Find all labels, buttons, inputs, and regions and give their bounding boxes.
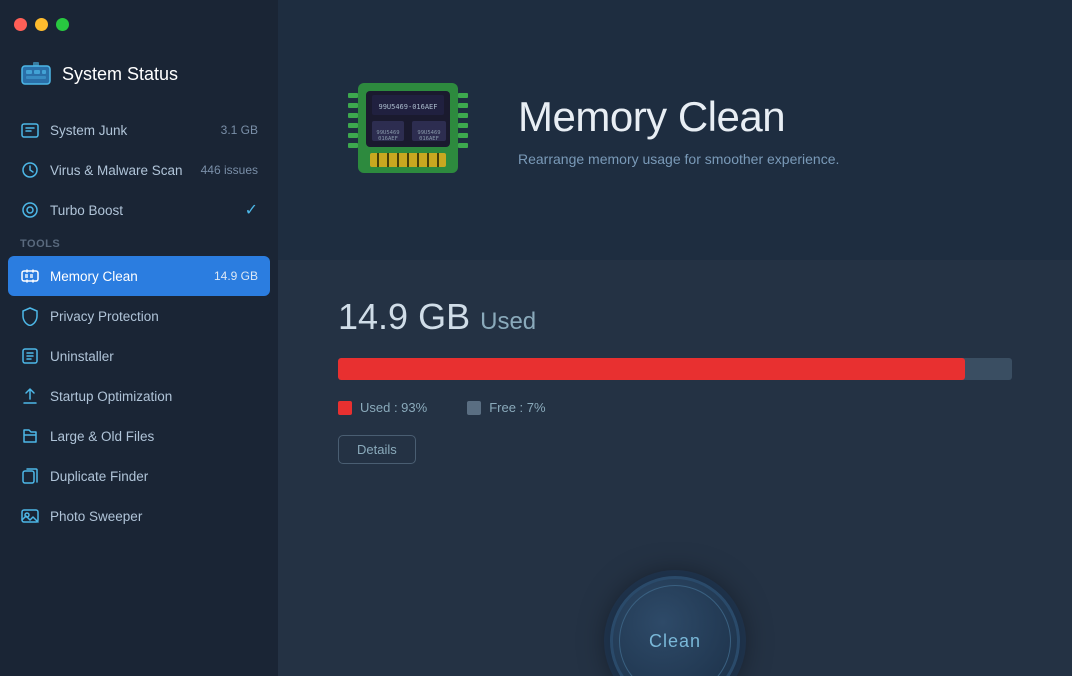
sidebar-item-large-old-files[interactable]: Large & Old Files — [0, 416, 278, 456]
app-title: System Status — [62, 64, 178, 85]
memory-progress-bar — [338, 358, 1012, 380]
sidebar-item-turbo-boost[interactable]: Turbo Boost ✓ — [0, 190, 278, 230]
sidebar-item-memory-clean[interactable]: Memory Clean 14.9 GB — [8, 256, 270, 296]
photo-sweeper-label: Photo Sweeper — [50, 509, 258, 524]
turbo-icon — [20, 200, 40, 220]
used-word: Used — [480, 308, 536, 335]
sidebar-item-system-junk[interactable]: System Junk 3.1 GB — [0, 110, 278, 150]
tools-section-label: Tools — [0, 230, 278, 256]
clean-button-container: Clean — [610, 576, 740, 676]
turbo-boost-label: Turbo Boost — [50, 203, 235, 218]
turbo-boost-check: ✓ — [245, 200, 258, 220]
uninstaller-label: Uninstaller — [50, 349, 258, 364]
startup-icon — [20, 386, 40, 406]
sidebar: System Status System Junk 3.1 GB Virus &… — [0, 0, 278, 676]
svg-text:99U5469-016AEF: 99U5469-016AEF — [378, 103, 437, 111]
used-dot — [338, 401, 352, 415]
large-files-label: Large & Old Files — [50, 429, 258, 444]
virus-scan-badge: 446 issues — [201, 163, 258, 177]
svg-text:016AEF: 016AEF — [378, 136, 398, 142]
sidebar-item-virus-scan[interactable]: Virus & Malware Scan 446 issues — [0, 150, 278, 190]
titlebar — [0, 0, 278, 48]
junk-icon — [20, 120, 40, 140]
free-dot — [467, 401, 481, 415]
used-percent-label: Used : 93% — [360, 400, 427, 415]
memory-chip-illustration: 99U5469-016AEF 99U5469 016AEF 99U5469 01… — [338, 65, 478, 195]
memory-clean-label: Memory Clean — [50, 269, 204, 284]
clean-button-label: Clean — [649, 631, 701, 652]
minimize-button[interactable] — [35, 18, 48, 31]
virus-scan-label: Virus & Malware Scan — [50, 163, 191, 178]
privacy-label: Privacy Protection — [50, 309, 258, 324]
close-button[interactable] — [14, 18, 27, 31]
app-icon — [20, 58, 52, 90]
feature-title: Memory Clean — [518, 93, 839, 141]
free-legend: Free : 7% — [467, 400, 545, 415]
hero-section: 99U5469-016AEF 99U5469 016AEF 99U5469 01… — [278, 0, 1072, 260]
maximize-button[interactable] — [56, 18, 69, 31]
duplicate-icon — [20, 466, 40, 486]
memory-usage-label: 14.9 GB Used — [338, 296, 1012, 338]
memory-progress-fill — [338, 358, 965, 380]
files-icon — [20, 426, 40, 446]
stats-section: 14.9 GB Used Used : 93% Free : 7% Detail… — [278, 260, 1072, 676]
duplicate-label: Duplicate Finder — [50, 469, 258, 484]
feature-subtitle: Rearrange memory usage for smoother expe… — [518, 151, 839, 167]
virus-icon — [20, 160, 40, 180]
clean-button[interactable]: Clean — [610, 576, 740, 676]
sidebar-item-privacy-protection[interactable]: Privacy Protection — [0, 296, 278, 336]
sidebar-item-uninstaller[interactable]: Uninstaller — [0, 336, 278, 376]
sidebar-item-duplicate-finder[interactable]: Duplicate Finder — [0, 456, 278, 496]
used-legend: Used : 93% — [338, 400, 427, 415]
memory-icon — [20, 266, 40, 286]
photo-icon — [20, 506, 40, 526]
sidebar-item-startup-optimization[interactable]: Startup Optimization — [0, 376, 278, 416]
uninstaller-icon — [20, 346, 40, 366]
app-title-section: System Status — [0, 48, 278, 110]
sidebar-item-photo-sweeper[interactable]: Photo Sweeper — [0, 496, 278, 536]
startup-label: Startup Optimization — [50, 389, 258, 404]
hero-text: Memory Clean Rearrange memory usage for … — [518, 93, 839, 167]
memory-clean-badge: 14.9 GB — [214, 269, 258, 283]
system-junk-label: System Junk — [50, 123, 211, 138]
svg-text:016AEF: 016AEF — [419, 136, 439, 142]
progress-legend: Used : 93% Free : 7% — [338, 400, 1012, 415]
free-percent-label: Free : 7% — [489, 400, 545, 415]
privacy-icon — [20, 306, 40, 326]
main-content: 99U5469-016AEF 99U5469 016AEF 99U5469 01… — [278, 0, 1072, 676]
system-junk-badge: 3.1 GB — [221, 123, 258, 137]
details-button[interactable]: Details — [338, 435, 416, 464]
